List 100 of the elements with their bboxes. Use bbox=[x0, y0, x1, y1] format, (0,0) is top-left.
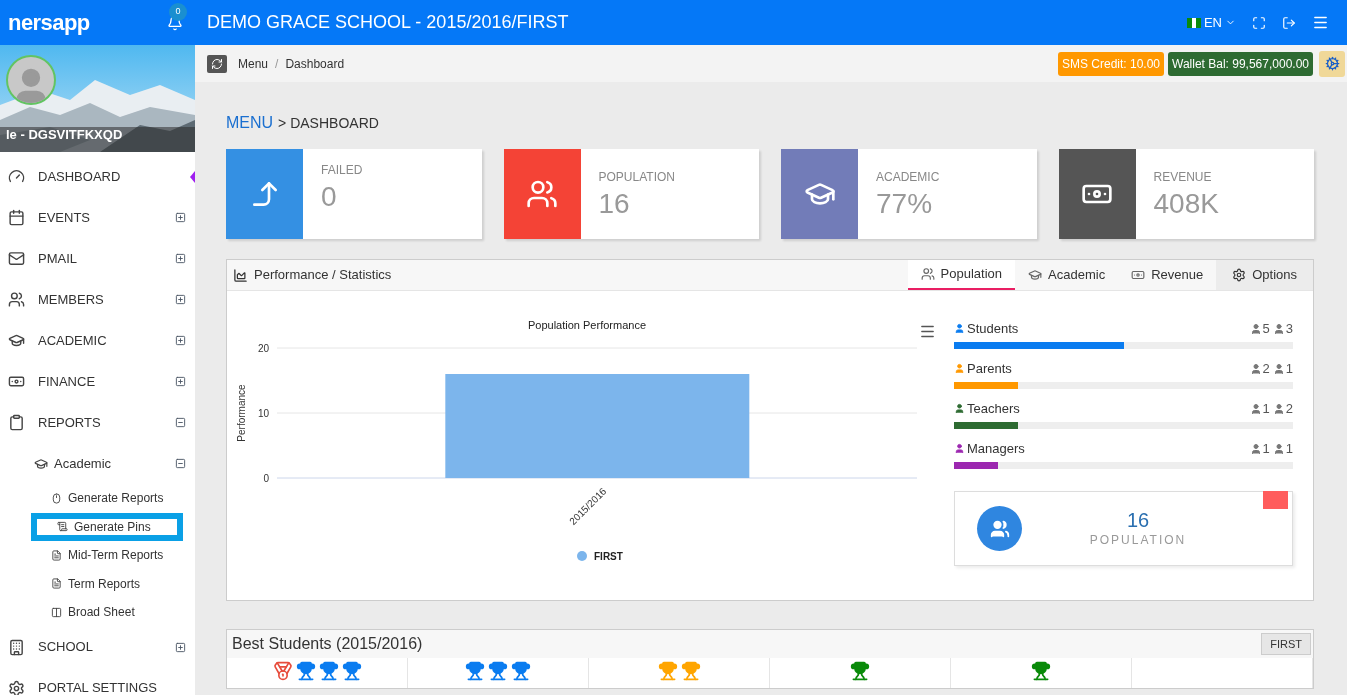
female-count: 1 bbox=[1285, 360, 1293, 378]
stat-value: 16 bbox=[598, 187, 631, 221]
menu-icon[interactable] bbox=[1312, 14, 1329, 31]
flag-icon bbox=[1186, 17, 1201, 28]
summary-value: 16 bbox=[1126, 508, 1150, 531]
tab[interactable]: Revenue bbox=[1118, 260, 1217, 290]
sidebar-item[interactable]: ACADEMIC bbox=[0, 320, 195, 361]
envelope-icon bbox=[8, 250, 25, 267]
breadcrumb-link[interactable]: Menu bbox=[238, 54, 269, 73]
stat-label: ACADEMIC bbox=[876, 169, 940, 186]
user-name: le - DGSVITFKXQD bbox=[6, 125, 123, 144]
expand-icon[interactable] bbox=[175, 212, 186, 223]
sidebar-item[interactable]: MEMBERS bbox=[0, 279, 195, 320]
expand-icon[interactable] bbox=[175, 641, 186, 653]
stat-value: 0 bbox=[321, 180, 338, 214]
collapse-icon[interactable] bbox=[175, 417, 186, 428]
sidebar-item[interactable]: Generate Reports bbox=[31, 484, 183, 513]
person-icon bbox=[954, 363, 965, 375]
tab[interactable]: Academic bbox=[1015, 260, 1119, 290]
male-count: 1 bbox=[1262, 440, 1270, 458]
group-label: Teachers bbox=[967, 400, 1020, 418]
trophy-icon bbox=[680, 661, 701, 681]
stat-value: 408K bbox=[1153, 187, 1219, 221]
male-count: 1 bbox=[1262, 400, 1270, 418]
refresh-icon bbox=[211, 57, 223, 70]
refresh-button[interactable] bbox=[207, 54, 227, 73]
male-icon bbox=[1249, 442, 1262, 455]
graduation-cap-icon bbox=[34, 456, 48, 471]
building-icon bbox=[8, 638, 25, 656]
group-label: Parents bbox=[967, 360, 1012, 378]
graduation-cap-icon bbox=[8, 332, 25, 349]
trophy-icon bbox=[850, 661, 870, 681]
stat-label: FAILED bbox=[321, 162, 363, 179]
sidebar-item[interactable]: Broad Sheet bbox=[31, 598, 183, 627]
sidebar-item[interactable]: PMAIL bbox=[0, 238, 195, 279]
gears-icon bbox=[1324, 56, 1340, 71]
panel-title: Performance / Statistics bbox=[254, 266, 392, 285]
sidebar-item[interactable]: Generate Pins bbox=[31, 512, 183, 541]
legend-label: FIRST bbox=[594, 551, 623, 562]
active-indicator-icon bbox=[190, 170, 195, 183]
tab[interactable]: Population bbox=[907, 260, 1016, 290]
trophy-icon bbox=[465, 661, 485, 681]
sidebar-item[interactable]: Term Reports bbox=[31, 569, 183, 598]
female-count: 2 bbox=[1285, 400, 1293, 418]
stat-label: REVENUE bbox=[1153, 169, 1213, 186]
document-icon bbox=[51, 549, 62, 561]
expand-icon[interactable] bbox=[175, 294, 186, 305]
person-icon bbox=[954, 323, 965, 335]
settings-button[interactable] bbox=[1319, 50, 1345, 77]
trophy-icon bbox=[318, 661, 339, 681]
breadcrumb-separator: / bbox=[275, 55, 279, 73]
settings-icon bbox=[1232, 268, 1247, 282]
calendar-icon bbox=[8, 209, 25, 226]
legend-marker-icon bbox=[577, 551, 587, 561]
chart-title: Population Performance bbox=[528, 319, 646, 331]
notification-count: 0 bbox=[169, 2, 187, 21]
axis-tick-label: 10 bbox=[257, 408, 269, 419]
people-icon bbox=[8, 291, 25, 308]
balance-badge: SMS Credit: 10.00 bbox=[1057, 51, 1164, 76]
breadcrumb-link[interactable]: Dashboard bbox=[285, 54, 345, 73]
sidebar-item[interactable]: EVENTS bbox=[0, 197, 195, 238]
tab[interactable]: Options bbox=[1216, 260, 1313, 290]
sidebar-item[interactable]: PORTAL SETTINGS bbox=[0, 667, 195, 695]
person-icon bbox=[954, 403, 965, 415]
sidebar-item[interactable]: Mid-Term Reports bbox=[31, 541, 183, 570]
people-icon bbox=[526, 178, 558, 210]
sidebar-item[interactable]: FINANCE bbox=[0, 361, 195, 402]
area-chart-icon bbox=[233, 267, 248, 283]
male-count: 2 bbox=[1262, 360, 1270, 378]
male-count: 5 bbox=[1262, 320, 1270, 338]
language-selector[interactable]: EN bbox=[1186, 12, 1236, 33]
expand-icon[interactable] bbox=[175, 376, 186, 387]
panel-title: Best Students (2015/2016) bbox=[232, 634, 423, 654]
summary-label: POPULATION bbox=[1089, 531, 1187, 549]
stat-label: POPULATION bbox=[598, 169, 675, 186]
logout-icon[interactable] bbox=[1282, 15, 1296, 30]
expand-icon[interactable] bbox=[175, 335, 186, 346]
graduation-cap-icon bbox=[1028, 268, 1043, 282]
stat-value: 77% bbox=[876, 187, 934, 221]
settings-icon bbox=[8, 679, 25, 695]
fullscreen-icon[interactable] bbox=[1252, 15, 1266, 30]
female-count: 3 bbox=[1285, 320, 1293, 338]
banknote-icon bbox=[1131, 268, 1146, 282]
male-icon bbox=[1249, 322, 1262, 335]
sidebar-item[interactable]: SCHOOL bbox=[0, 626, 195, 668]
group-label: Students bbox=[967, 320, 1019, 338]
mouse-icon bbox=[51, 492, 62, 504]
page-title-link[interactable]: MENU bbox=[226, 111, 274, 135]
trophy-icon bbox=[295, 661, 316, 681]
expand-icon[interactable] bbox=[175, 253, 186, 264]
chart-menu-icon[interactable] bbox=[919, 323, 936, 340]
sidebar-item[interactable]: REPORTS bbox=[0, 402, 195, 443]
male-icon bbox=[1249, 402, 1262, 415]
axis-title: Performance bbox=[236, 384, 247, 442]
sidebar-item[interactable]: Academic bbox=[0, 443, 195, 484]
term-button[interactable]: FIRST bbox=[1261, 633, 1311, 655]
axis-tick-label: 0 bbox=[263, 473, 269, 484]
collapse-icon[interactable] bbox=[175, 458, 186, 469]
axis-tick-label: 20 bbox=[257, 343, 269, 354]
clipboard-icon bbox=[8, 414, 25, 431]
